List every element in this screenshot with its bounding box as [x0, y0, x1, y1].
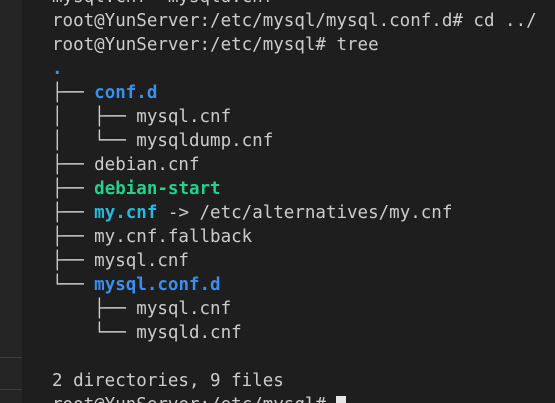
line-text: ├──	[52, 203, 95, 223]
terminal-cursor	[336, 396, 347, 403]
terminal-line: 2 directories, 9 files	[52, 369, 555, 393]
executable-name: debian-start	[94, 179, 221, 199]
line-text: ├──	[52, 83, 95, 103]
tree-root: .	[52, 59, 63, 79]
terminal-line: .	[52, 57, 555, 81]
prompt-line: root@YunServer:/etc/mysql#	[52, 393, 555, 403]
line-text: root@YunServer:/etc/mysql/mysql.conf.d# …	[52, 11, 537, 31]
terminal-output[interactable]: mysql.cnf mysqld.cnf root@YunServer:/etc/…	[52, 0, 555, 403]
terminal-line: ├── my.cnf.fallback	[52, 225, 555, 249]
line-text: └──	[52, 275, 95, 295]
panel-divider	[0, 357, 22, 358]
terminal-line: root@YunServer:/etc/mysql/mysql.conf.d# …	[52, 9, 555, 33]
terminal-line: ├── mysql.cnf	[52, 249, 555, 273]
line-text: root@YunServer:/etc/mysql# tree	[52, 35, 379, 55]
terminal-line: ├── mysql.cnf	[52, 297, 555, 321]
terminal-line: │ └── mysqldump.cnf	[52, 129, 555, 153]
directory-name: mysql.conf.d	[94, 275, 221, 295]
terminal-line: ├── debian.cnf	[52, 153, 555, 177]
terminal-line: ├── my.cnf -> /etc/alternatives/my.cnf	[52, 201, 555, 225]
side-panel-edge	[0, 0, 22, 403]
line-text: mysql.cnf mysqld.cnf	[52, 0, 273, 7]
terminal-line: mysql.cnf mysqld.cnf	[52, 0, 555, 9]
symlink-name: my.cnf	[94, 203, 158, 223]
line-text: 2 directories, 9 files	[52, 371, 284, 391]
line-text: ├── mysql.cnf	[52, 251, 189, 271]
line-text: ├── mysql.cnf	[52, 299, 232, 319]
terminal-line: ├── debian-start	[52, 177, 555, 201]
terminal-line: └── mysqld.cnf	[52, 321, 555, 345]
panel-divider	[0, 389, 22, 390]
line-text: │ ├── mysql.cnf	[52, 107, 232, 127]
line-text: ├──	[52, 179, 95, 199]
terminal-line: └── mysql.conf.d	[52, 273, 555, 297]
line-text: ├── my.cnf.fallback	[52, 227, 253, 247]
line-text: ├── debian.cnf	[52, 155, 200, 175]
line-text: -> /etc/alternatives/my.cnf	[157, 203, 453, 223]
terminal-line: │ ├── mysql.cnf	[52, 105, 555, 129]
line-text: └── mysqld.cnf	[52, 323, 242, 343]
terminal-line: ├── conf.d	[52, 81, 555, 105]
line-text: root@YunServer:/etc/mysql#	[52, 395, 336, 403]
line-text: │ └── mysqldump.cnf	[52, 131, 274, 151]
terminal-line: root@YunServer:/etc/mysql# tree	[52, 33, 555, 57]
directory-name: conf.d	[94, 83, 158, 103]
